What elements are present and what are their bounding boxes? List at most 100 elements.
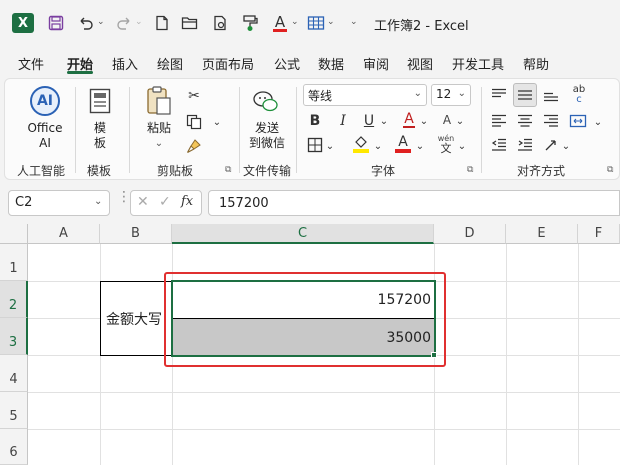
column-header-f[interactable]: F	[578, 224, 620, 244]
formula-buttons: ✕ ✓ fx	[130, 190, 202, 216]
borders-icon[interactable]	[305, 135, 325, 155]
font-color-dropdown-icon[interactable]: ⌄	[415, 139, 425, 153]
tab-data[interactable]: 数据	[318, 54, 344, 73]
row-header-4[interactable]: 4	[0, 355, 28, 392]
tab-help[interactable]: 帮助	[523, 54, 549, 73]
save-icon[interactable]	[46, 13, 66, 33]
font-color-dropdown-icon[interactable]: ⌄	[291, 17, 299, 27]
phonetic-dropdown-icon[interactable]: ⌄	[457, 139, 467, 153]
tab-formulas[interactable]: 公式	[274, 54, 300, 73]
select-all-corner[interactable]	[0, 224, 28, 244]
undo-icon[interactable]	[76, 13, 96, 33]
font-color-icon[interactable]: A	[270, 13, 290, 33]
document-title: 工作簿2 - Excel	[374, 19, 469, 34]
open-folder-icon[interactable]	[180, 13, 200, 33]
chevron-down-icon[interactable]: ⌄	[94, 196, 102, 207]
increase-indent-icon[interactable]	[515, 135, 535, 155]
group-separator	[296, 87, 297, 173]
cut-icon[interactable]: ✂	[185, 87, 203, 105]
font-launcher-icon[interactable]: ⧉	[467, 165, 473, 175]
redo-icon[interactable]	[114, 13, 134, 33]
align-top-icon[interactable]	[489, 85, 509, 105]
tab-insert[interactable]: 插入	[112, 54, 138, 73]
align-middle-icon[interactable]	[513, 83, 537, 107]
office-ai-button[interactable]: Office AI	[23, 121, 67, 151]
shrink-font-button[interactable]: A	[437, 109, 457, 131]
align-left-icon[interactable]	[489, 111, 509, 131]
align-bottom-icon[interactable]	[541, 85, 561, 105]
borders-dropdown-icon[interactable]: ⌄	[325, 139, 335, 153]
alignment-launcher-icon[interactable]: ⧉	[607, 165, 613, 175]
merge-dropdown-icon[interactable]: ⌄	[593, 115, 603, 129]
paste-dropdown-icon[interactable]: ⌄	[143, 136, 175, 151]
row-header-2[interactable]: 2	[0, 281, 28, 318]
formula-input[interactable]: 157200	[208, 190, 620, 216]
decrease-indent-icon[interactable]	[489, 135, 509, 155]
font-color-button[interactable]: A	[393, 133, 413, 155]
column-header-e[interactable]: E	[506, 224, 578, 244]
tab-file[interactable]: 文件	[18, 54, 44, 73]
font-name-select[interactable]: 等线 ⌄	[303, 84, 427, 106]
row-header-6[interactable]: 6	[0, 429, 28, 465]
insert-function-icon[interactable]: fx	[181, 194, 193, 209]
copy-icon[interactable]	[185, 113, 203, 131]
column-header-d[interactable]: D	[434, 224, 506, 244]
redo-dropdown-icon[interactable]: ⌄	[135, 17, 143, 27]
shrink-font-dropdown-icon[interactable]: ⌄	[455, 113, 465, 129]
align-right-icon[interactable]	[541, 111, 561, 131]
copy-dropdown-icon[interactable]: ⌄	[211, 115, 223, 129]
column-header-a[interactable]: A	[28, 224, 100, 244]
tab-review[interactable]: 审阅	[363, 54, 389, 73]
format-painter-icon[interactable]	[240, 13, 260, 33]
wrap-text-icon[interactable]: ab c	[567, 83, 591, 107]
more-options-icon[interactable]: ⋮	[117, 190, 131, 204]
merge-center-icon[interactable]	[567, 111, 589, 131]
grow-font-button[interactable]: A	[399, 109, 419, 131]
row-header-1[interactable]: 1	[0, 244, 28, 281]
office-ai-icon[interactable]: AI	[29, 85, 61, 117]
template-button[interactable]: 模 板	[89, 121, 111, 151]
align-center-icon[interactable]	[515, 111, 535, 131]
bold-button[interactable]: B	[305, 111, 325, 131]
customize-toolbar-icon[interactable]: ⌄	[350, 17, 358, 27]
row-header-3[interactable]: 3	[0, 318, 28, 355]
format-painter-brush-icon[interactable]	[185, 137, 203, 155]
column-header-b[interactable]: B	[100, 224, 172, 244]
chevron-down-icon: ⌄	[457, 88, 466, 99]
paste-button[interactable]: 粘贴 ⌄	[143, 121, 175, 151]
print-preview-icon[interactable]	[210, 13, 230, 33]
tab-view[interactable]: 视图	[407, 54, 433, 73]
orientation-dropdown-icon[interactable]: ⌄	[561, 139, 571, 153]
tab-developer[interactable]: 开发工具	[452, 54, 504, 73]
grow-font-dropdown-icon[interactable]: ⌄	[419, 113, 429, 129]
clipboard-launcher-icon[interactable]: ⧉	[225, 165, 231, 175]
table-dropdown-icon[interactable]: ⌄	[327, 17, 335, 27]
cell-c3[interactable]: 35000	[172, 319, 434, 356]
undo-dropdown-icon[interactable]: ⌄	[97, 17, 105, 27]
phonetic-guide-button[interactable]: wén 文	[435, 133, 457, 155]
font-size-select[interactable]: 12 ⌄	[431, 84, 471, 106]
italic-button[interactable]: I	[333, 111, 353, 131]
enter-icon[interactable]: ✓	[159, 194, 171, 210]
tab-page-layout[interactable]: 页面布局	[202, 54, 254, 73]
send-label-line1: 发送	[254, 121, 279, 135]
cancel-icon[interactable]: ✕	[137, 194, 149, 210]
paste-icon[interactable]	[145, 85, 173, 117]
underline-dropdown-icon[interactable]: ⌄	[379, 113, 389, 129]
tab-draw[interactable]: 绘图	[157, 54, 183, 73]
column-header-c[interactable]: C	[172, 224, 434, 244]
new-file-icon[interactable]	[152, 13, 172, 33]
fill-handle[interactable]	[431, 352, 437, 358]
send-to-wechat-button[interactable]: 发送 到微信	[245, 121, 289, 151]
send-to-wechat-icon[interactable]	[251, 87, 281, 117]
row-header-5[interactable]: 5	[0, 392, 28, 429]
cell-b2[interactable]: 金额大写	[100, 281, 173, 356]
cell-c2-text: 157200	[377, 291, 431, 308]
orientation-icon[interactable]	[541, 135, 561, 155]
underline-button[interactable]: U	[359, 111, 379, 131]
fill-color-dropdown-icon[interactable]: ⌄	[373, 139, 383, 153]
cell-c2[interactable]: 157200	[172, 281, 434, 319]
template-icon[interactable]	[87, 87, 113, 115]
fill-color-icon[interactable]	[351, 133, 371, 155]
table-icon[interactable]	[306, 13, 326, 33]
